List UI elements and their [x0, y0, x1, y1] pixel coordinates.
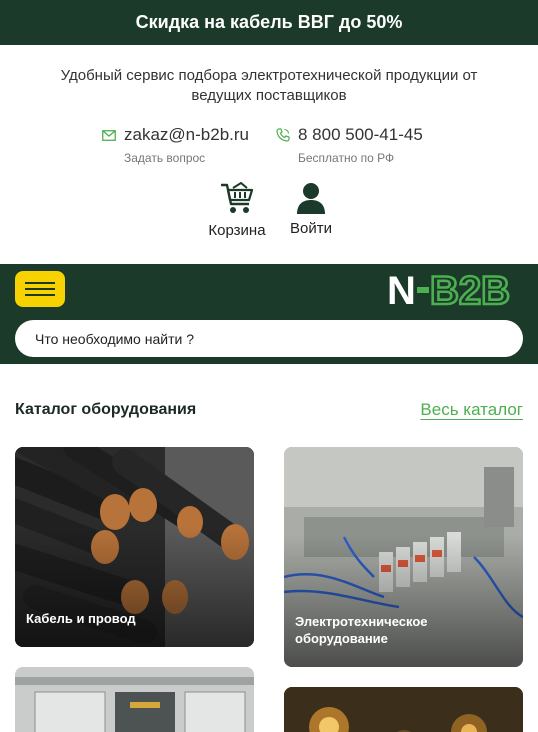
catalog-card-electrical[interactable]: Электротехническое оборудование	[284, 447, 523, 667]
promo-banner[interactable]: Скидка на кабель ВВГ до 50%	[0, 0, 538, 45]
card-title: Электротехническое оборудование	[295, 614, 428, 646]
switchgear-image	[15, 667, 254, 732]
hamburger-line	[25, 294, 55, 296]
cart-button[interactable]: Корзина	[203, 182, 271, 239]
tagline: Удобный сервис подбора электротехническо…	[60, 67, 478, 104]
search-input[interactable]	[15, 320, 523, 357]
cart-label: Корзина	[208, 222, 266, 239]
svg-text:B2B: B2B	[430, 270, 510, 310]
ask-question-link[interactable]: Задать вопрос	[124, 151, 249, 165]
main-navbar: N B2B	[0, 264, 538, 364]
catalog-card-cable[interactable]: Кабель и провод	[15, 447, 254, 647]
mail-icon	[102, 129, 116, 141]
email-link[interactable]: zakaz@n-b2b.ru	[124, 125, 249, 145]
card-title: Кабель и провод	[26, 611, 136, 626]
email-contact[interactable]: zakaz@n-b2b.ru Задать вопрос	[102, 124, 249, 165]
contacts-block: zakaz@n-b2b.ru Задать вопрос 8 800 500-4…	[0, 124, 538, 174]
svg-text:N: N	[387, 270, 416, 310]
all-catalog-link[interactable]: Весь каталог	[420, 400, 523, 420]
catalog-title: Каталог оборудования	[15, 401, 197, 418]
catalog-card-switchgear[interactable]	[15, 667, 254, 732]
user-icon	[297, 183, 325, 214]
free-call-caption: Бесплатно по РФ	[298, 151, 395, 165]
promo-text: Скидка на кабель ВВГ до 50%	[135, 12, 403, 32]
login-button[interactable]: Войти	[286, 182, 336, 237]
phone-contact[interactable]: 8 800 500-41-45 Бесплатно по РФ	[276, 124, 423, 165]
header-actions: Корзина Войти	[0, 182, 538, 246]
catalog-header: Каталог оборудования Весь каталог	[15, 398, 523, 424]
cart-icon	[221, 182, 254, 213]
login-label: Войти	[290, 220, 332, 237]
catalog-card-lighting[interactable]	[284, 687, 523, 732]
hamburger-menu-button[interactable]	[15, 271, 65, 307]
hamburger-menu-icon	[25, 282, 55, 284]
phone-link[interactable]: 8 800 500-41-45	[298, 125, 423, 145]
lighting-image	[284, 687, 523, 732]
hamburger-line	[25, 288, 55, 290]
n-b2b-logo: N B2B	[387, 268, 511, 315]
site-logo[interactable]: N B2B	[387, 268, 523, 315]
phone-icon	[276, 128, 290, 142]
